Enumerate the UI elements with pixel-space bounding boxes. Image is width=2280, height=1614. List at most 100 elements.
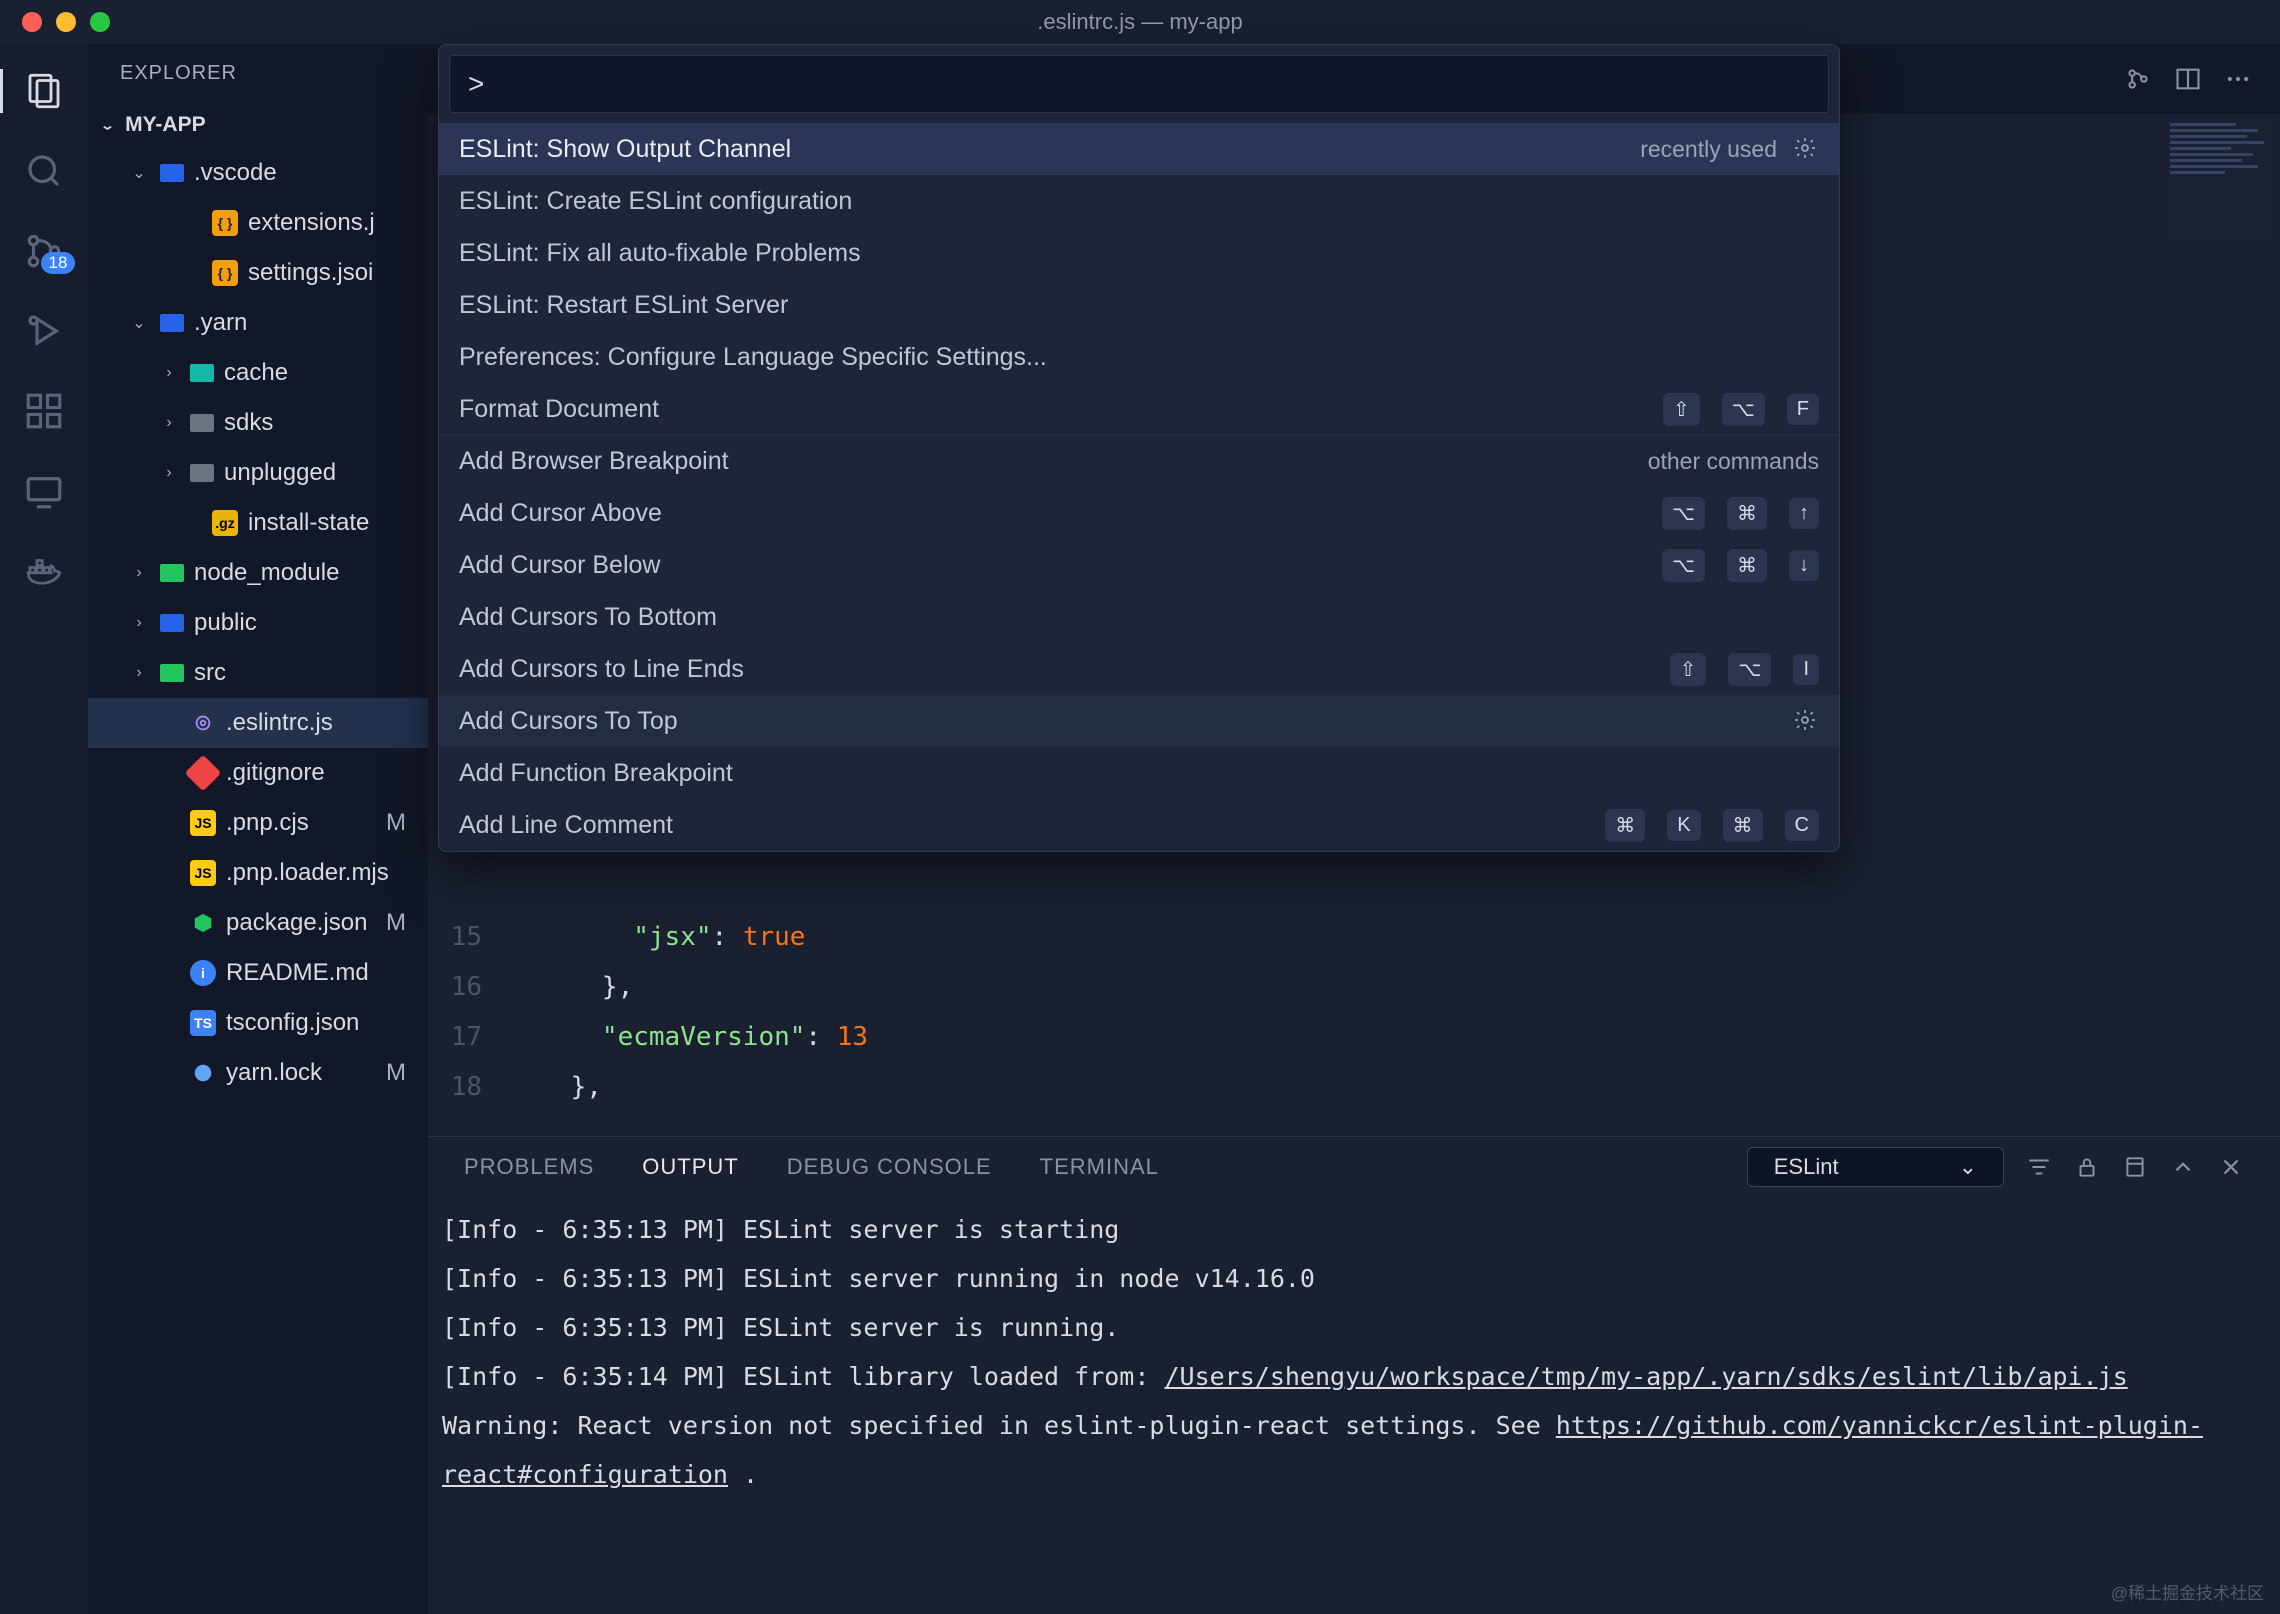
tab-output[interactable]: OUTPUT: [642, 1154, 738, 1180]
git-modified-indicator: M: [386, 909, 406, 937]
tree-item-tsconfig.json[interactable]: TS tsconfig.json: [88, 998, 428, 1048]
command-item[interactable]: Add Cursor Below⌥⌘↓: [439, 539, 1839, 591]
tree-item-label: .yarn: [194, 309, 247, 337]
remote-icon[interactable]: [23, 470, 65, 512]
tree-item-yarn.lock[interactable]: yarn.lockM: [88, 1048, 428, 1098]
tree-item-src[interactable]: ›src: [88, 648, 428, 698]
tree-item-README.md[interactable]: iREADME.md: [88, 948, 428, 998]
file-icon: [160, 164, 184, 182]
search-icon[interactable]: [23, 150, 65, 192]
code-line[interactable]: "ecmaVersion": 13: [508, 1012, 2280, 1062]
tree-item-extensions.j[interactable]: { }extensions.j: [88, 198, 428, 248]
line-number: 17: [428, 1012, 482, 1062]
command-item[interactable]: ESLint: Create ESLint configuration: [439, 175, 1839, 227]
tree-item-label: .eslintrc.js: [226, 709, 333, 737]
tree-item-label: .vscode: [194, 159, 277, 187]
command-item[interactable]: Add Cursors To Bottom: [439, 591, 1839, 643]
workspace-name: MY-APP: [125, 113, 206, 137]
command-item[interactable]: ESLint: Fix all auto-fixable Problems: [439, 227, 1839, 279]
code-line[interactable]: },: [508, 962, 2280, 1012]
run-debug-icon[interactable]: [23, 310, 65, 352]
gear-icon: [190, 710, 216, 736]
tree-item-install-state[interactable]: .gzinstall-state: [88, 498, 428, 548]
command-label: Format Document: [459, 395, 659, 424]
explorer-icon[interactable]: [23, 70, 65, 112]
tree-item-label: tsconfig.json: [226, 1009, 359, 1037]
file-icon: [160, 614, 184, 632]
tree-item-.pnp.loader.mjs[interactable]: JS.pnp.loader.mjs: [88, 848, 428, 898]
keyboard-shortcut: ⌘: [1723, 809, 1763, 842]
keyboard-shortcut: ↓: [1789, 550, 1819, 581]
command-label: ESLint: Restart ESLint Server: [459, 291, 788, 320]
minimap[interactable]: [2164, 120, 2274, 240]
file-icon: [160, 314, 184, 332]
command-item[interactable]: ESLint: Show Output Channelrecently used: [439, 123, 1839, 175]
command-label: Add Cursor Below: [459, 551, 660, 580]
command-item[interactable]: Add Function Breakpoint: [439, 747, 1839, 799]
output-channel-select[interactable]: ESLint ⌄: [1747, 1147, 2004, 1187]
file-icon: [160, 564, 184, 582]
filter-icon[interactable]: [2026, 1154, 2052, 1180]
docker-icon[interactable]: [23, 550, 65, 592]
command-label: Add Cursors To Bottom: [459, 603, 717, 632]
command-label: ESLint: Show Output Channel: [459, 135, 791, 164]
tree-item-.pnp.cjs[interactable]: JS.pnp.cjsM: [88, 798, 428, 848]
tree-item-node_module[interactable]: ›node_module: [88, 548, 428, 598]
tree-item-.vscode[interactable]: ⌄.vscode: [88, 148, 428, 198]
code-line[interactable]: "jsx": true: [508, 912, 2280, 962]
tab-debug-console[interactable]: DEBUG CONSOLE: [787, 1154, 992, 1180]
command-item[interactable]: Add Line Comment⌘K⌘C: [439, 799, 1839, 851]
command-item[interactable]: Add Browser Breakpointother commands: [439, 435, 1839, 487]
workspace-section[interactable]: ⌄ MY-APP: [88, 102, 428, 148]
gear-icon[interactable]: [1793, 708, 1819, 734]
tree-item-label: yarn.lock: [226, 1059, 322, 1087]
tree-item-unplugged[interactable]: ›unplugged: [88, 448, 428, 498]
output-channel-label: ESLint: [1774, 1154, 1839, 1180]
tab-problems[interactable]: PROBLEMS: [464, 1154, 594, 1180]
keyboard-shortcut: ⇧: [1670, 653, 1707, 686]
tree-item-package.json[interactable]: package.jsonM: [88, 898, 428, 948]
file-icon: TS: [190, 1010, 216, 1036]
tree-item-label: cache: [224, 359, 288, 387]
output-line: [Info - 6:35:13 PM] ESLint server runnin…: [442, 1254, 2266, 1303]
command-item[interactable]: Add Cursors to Line Ends⇧⌥I: [439, 643, 1839, 695]
chevron-icon: ›: [128, 564, 150, 582]
command-label: Add Line Comment: [459, 811, 673, 840]
file-icon: [190, 364, 214, 382]
tree-item-label: unplugged: [224, 459, 336, 487]
tree-item-cache[interactable]: ›cache: [88, 348, 428, 398]
tree-item-public[interactable]: ›public: [88, 598, 428, 648]
tree-item-sdks[interactable]: ›sdks: [88, 398, 428, 448]
keyboard-shortcut: ⌥: [1662, 549, 1705, 582]
chevron-up-icon[interactable]: [2170, 1154, 2196, 1180]
tree-item-.gitignore[interactable]: .gitignore: [88, 748, 428, 798]
keyboard-shortcut: ⌘: [1727, 497, 1767, 530]
bottom-panel: PROBLEMS OUTPUT DEBUG CONSOLE TERMINAL E…: [428, 1136, 2280, 1614]
command-item[interactable]: Add Cursor Above⌥⌘↑: [439, 487, 1839, 539]
tree-item-settings.jsoi[interactable]: { }settings.jsoi: [88, 248, 428, 298]
code-line[interactable]: },: [508, 1062, 2280, 1112]
gear-icon[interactable]: [1793, 136, 1819, 162]
command-item[interactable]: Format Document⇧⌥F: [439, 383, 1839, 435]
close-panel-icon[interactable]: [2218, 1154, 2244, 1180]
lock-icon[interactable]: [2074, 1154, 2100, 1180]
command-palette-input[interactable]: >: [449, 55, 1829, 113]
git-modified-indicator: M: [386, 809, 406, 837]
output-body[interactable]: [Info - 6:35:13 PM] ESLint server is sta…: [428, 1197, 2280, 1614]
tree-item-.eslintrc.js[interactable]: .eslintrc.js: [88, 698, 428, 748]
chevron-down-icon: ⌄: [1959, 1154, 1977, 1180]
command-item[interactable]: Preferences: Configure Language Specific…: [439, 331, 1839, 383]
tab-terminal[interactable]: TERMINAL: [1040, 1154, 1159, 1180]
source-control-icon[interactable]: 18: [23, 230, 65, 272]
command-item[interactable]: ESLint: Restart ESLint Server: [439, 279, 1839, 331]
extensions-icon[interactable]: [23, 390, 65, 432]
command-label: Add Cursor Above: [459, 499, 662, 528]
line-number: 16: [428, 962, 482, 1012]
command-item[interactable]: Add Cursors To Top: [439, 695, 1839, 747]
keyboard-shortcut: K: [1667, 810, 1700, 841]
clear-icon[interactable]: [2122, 1154, 2148, 1180]
tree-item-.yarn[interactable]: ⌄.yarn: [88, 298, 428, 348]
command-label: Add Browser Breakpoint: [459, 447, 729, 476]
window-title: .eslintrc.js — my-app: [0, 9, 2280, 35]
command-label: Preferences: Configure Language Specific…: [459, 343, 1047, 372]
